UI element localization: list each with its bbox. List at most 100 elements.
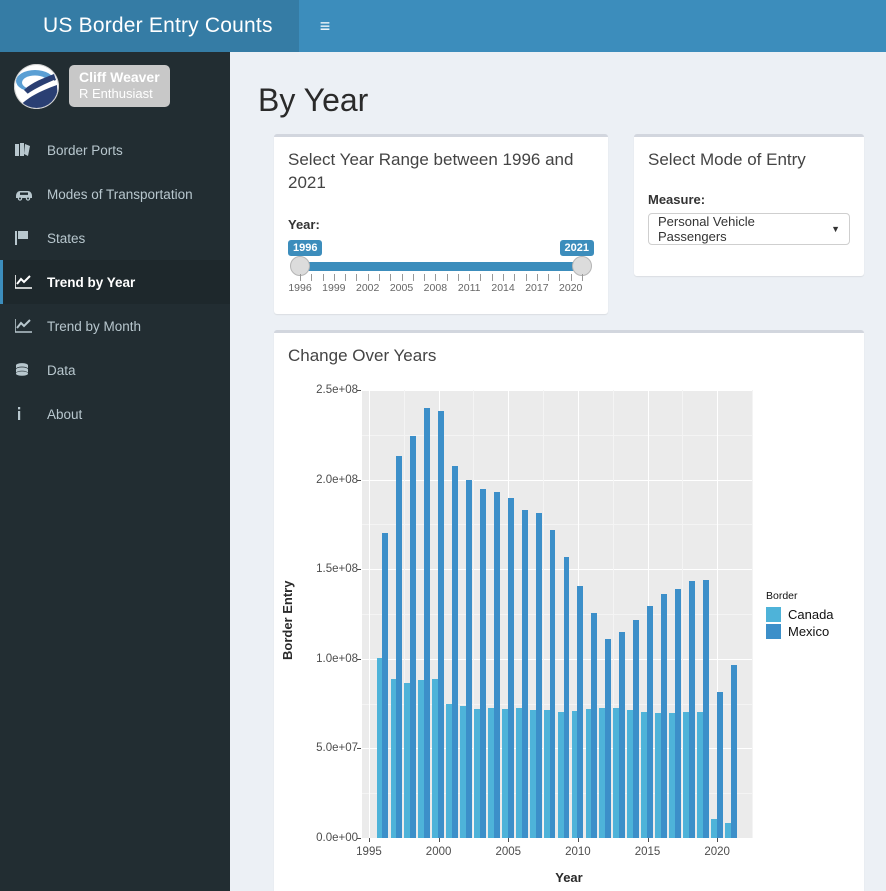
sidebar-menu: Border Ports Modes of Transportation Sta… xyxy=(0,128,230,436)
slider-handle-max[interactable] xyxy=(572,255,592,276)
sidebar-item-data[interactable]: Data xyxy=(0,348,230,392)
user-role: R Enthusiast xyxy=(79,86,153,102)
slider-tick xyxy=(401,273,403,281)
slider-tick-label: 2011 xyxy=(457,281,481,294)
x-axis-tick-label: 2000 xyxy=(425,845,452,858)
slider-tick xyxy=(300,273,301,281)
hamburger-icon[interactable]: ≡ xyxy=(299,0,351,52)
flag-icon xyxy=(15,231,37,245)
gridline-horizontal xyxy=(362,837,752,839)
legend-label: Canada xyxy=(788,606,834,622)
slider-tick xyxy=(559,273,561,281)
slider-track[interactable] xyxy=(300,261,582,271)
chart-bar xyxy=(438,411,445,838)
y-axis-label: Border Entry xyxy=(280,580,295,660)
slider-tick xyxy=(367,273,369,281)
sidebar-item-trend-by-year[interactable]: Trend by Year xyxy=(0,260,230,304)
sidebar-item-trend-by-month[interactable]: Trend by Month xyxy=(0,304,230,348)
user-panel[interactable]: Cliff Weaver R Enthusiast xyxy=(0,52,230,120)
app-brand-title[interactable]: US Border Entry Counts xyxy=(0,0,299,52)
slider-tick xyxy=(536,273,538,281)
chart-bar xyxy=(702,579,709,838)
slider-tick xyxy=(356,273,358,281)
chart-bar xyxy=(674,588,681,838)
sidebar-item-label: Trend by Month xyxy=(47,318,142,334)
slider-tick-labels: 1996 1999 2002 2005 2008 2011 2014 2017 2020 xyxy=(288,282,594,296)
chart-bar xyxy=(688,580,695,838)
caret-down-icon: ▼ xyxy=(831,223,840,234)
slider-tick xyxy=(322,273,324,281)
mode-of-entry-card: Select Mode of Entry Measure: Personal V… xyxy=(634,134,864,276)
sidebar-item-states[interactable]: States xyxy=(0,216,230,260)
user-name: Cliff Weaver xyxy=(79,68,160,85)
chart-bar xyxy=(563,556,570,838)
year-range-slider[interactable]: 1996 2021 1996 1999 2002 2005 2008 2011 2014 20… xyxy=(288,239,594,300)
y-axis-tick-mark xyxy=(357,837,361,839)
gridline-horizontal xyxy=(362,389,752,391)
y-axis-tick-mark xyxy=(357,748,361,750)
gridline-horizontal xyxy=(362,479,752,481)
slider-max-value: 2021 xyxy=(559,239,594,256)
chart-line-icon xyxy=(15,319,37,333)
slider-tick xyxy=(469,273,471,281)
legend-swatch xyxy=(766,623,781,639)
chart-bar xyxy=(507,498,514,838)
x-axis-tick-mark xyxy=(438,837,440,842)
slider-tick xyxy=(446,273,448,281)
y-axis-tick-mark xyxy=(357,479,361,481)
slider-tick-marks xyxy=(300,273,583,282)
chart-bar xyxy=(466,480,472,838)
measure-select[interactable]: Personal Vehicle Passengers ▼ xyxy=(648,212,850,245)
slider-tick xyxy=(514,273,516,281)
chart-bar xyxy=(493,492,500,838)
main-content: By Year Select Year Range between 1996 a… xyxy=(230,52,886,891)
x-axis-label: Year xyxy=(555,869,583,885)
y-axis-tick-mark xyxy=(357,389,361,391)
y-axis-tick-label: 1.5e+08 xyxy=(316,563,358,576)
user-avatar-logo xyxy=(14,63,59,109)
chart-bar xyxy=(577,586,584,838)
gridline-vertical-minor xyxy=(752,389,753,838)
chart-bar xyxy=(424,407,431,838)
slider-tick xyxy=(378,273,380,281)
x-axis-tick-label: 1995 xyxy=(356,845,382,858)
y-axis-tick-label: 2.0e+08 xyxy=(316,473,358,486)
slider-tick xyxy=(412,273,414,281)
chart-bar xyxy=(647,605,653,838)
chart-line-icon xyxy=(15,275,37,289)
sidebar: Cliff Weaver R Enthusiast Border Ports M… xyxy=(0,52,230,891)
slider-handle-min[interactable] xyxy=(290,255,310,276)
slider-tick xyxy=(480,273,482,281)
gridline-horizontal-minor xyxy=(362,434,752,436)
slider-tick xyxy=(491,273,493,281)
slider-tick xyxy=(424,273,426,281)
year-range-card: Select Year Range between 1996 and 2021 … xyxy=(274,134,608,314)
chart-bar xyxy=(730,665,737,838)
slider-tick-label: 2020 xyxy=(559,281,583,294)
legend-label: Mexico xyxy=(788,623,830,639)
measure-selected-value: Personal Vehicle Passengers xyxy=(658,213,755,244)
gridline-vertical xyxy=(368,389,370,838)
y-axis-tick-label: 0.0e+00 xyxy=(316,831,358,844)
chart-legend: Border Canada Mexico xyxy=(766,590,834,640)
user-info: Cliff Weaver R Enthusiast xyxy=(69,64,170,108)
bar-chart: Border Entry Year 0.0e+00 5.0e+07 1.0e+08 1… xyxy=(274,382,864,891)
sidebar-item-modes-of-transportation[interactable]: Modes of Transportation xyxy=(0,172,230,216)
legend-title: Border xyxy=(766,589,798,602)
x-axis-tick-mark xyxy=(717,837,719,842)
chart-bar xyxy=(479,489,486,838)
measure-field-label: Measure: xyxy=(648,191,706,207)
sidebar-item-border-ports[interactable]: Border Ports xyxy=(0,128,230,172)
slider-tick xyxy=(582,273,583,281)
chart-bar xyxy=(410,435,417,838)
y-axis-tick-label: 2.5e+08 xyxy=(316,383,358,396)
slider-tick xyxy=(548,273,550,281)
legend-swatch xyxy=(766,606,781,622)
slider-tick-label: 2008 xyxy=(423,281,448,294)
car-icon xyxy=(15,188,37,201)
chart-bar xyxy=(535,512,542,838)
chart-bar xyxy=(661,594,667,838)
sidebar-item-about[interactable]: About xyxy=(0,392,230,436)
chart-bar xyxy=(452,466,458,838)
slider-tick xyxy=(570,273,572,281)
